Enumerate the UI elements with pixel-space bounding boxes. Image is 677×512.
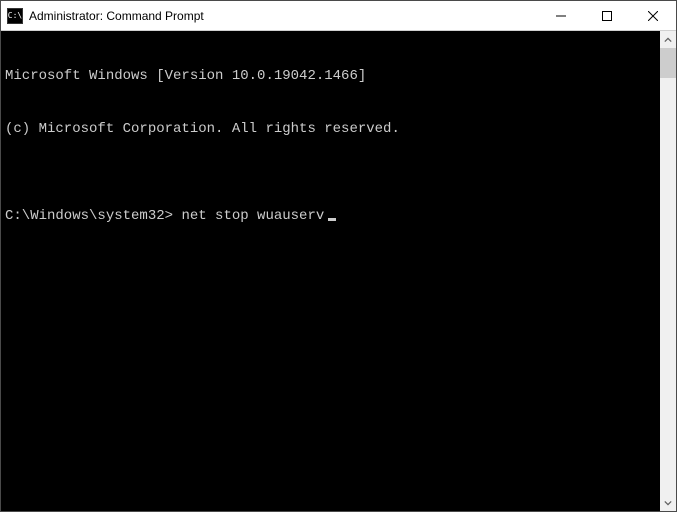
command-prompt-window: C:\ Administrator: Command Prompt (0, 0, 677, 512)
minimize-button[interactable] (538, 1, 584, 30)
minimize-icon (556, 11, 566, 21)
scroll-down-button[interactable] (660, 494, 676, 511)
terminal-cursor (328, 218, 336, 221)
maximize-button[interactable] (584, 1, 630, 30)
scroll-up-button[interactable] (660, 31, 676, 48)
scroll-track[interactable] (660, 48, 676, 494)
terminal-prompt: C:\Windows\system32> (5, 208, 173, 224)
vertical-scrollbar[interactable] (660, 31, 676, 511)
titlebar[interactable]: C:\ Administrator: Command Prompt (1, 1, 676, 31)
terminal-line-copyright: (c) Microsoft Corporation. All rights re… (5, 121, 656, 139)
terminal-area: Microsoft Windows [Version 10.0.19042.14… (1, 31, 676, 511)
close-button[interactable] (630, 1, 676, 30)
cmd-icon-text: C:\ (8, 12, 22, 20)
terminal-line-version: Microsoft Windows [Version 10.0.19042.14… (5, 68, 656, 86)
chevron-up-icon (664, 36, 672, 44)
window-title: Administrator: Command Prompt (29, 9, 538, 23)
cmd-icon: C:\ (7, 8, 23, 24)
window-controls (538, 1, 676, 30)
terminal-command: net stop wuauserv (181, 208, 324, 224)
terminal-prompt-line: C:\Windows\system32> net stop wuauserv (5, 208, 656, 226)
terminal-content[interactable]: Microsoft Windows [Version 10.0.19042.14… (1, 31, 660, 511)
chevron-down-icon (664, 499, 672, 507)
close-icon (648, 11, 658, 21)
maximize-icon (602, 11, 612, 21)
scroll-thumb[interactable] (660, 48, 676, 78)
